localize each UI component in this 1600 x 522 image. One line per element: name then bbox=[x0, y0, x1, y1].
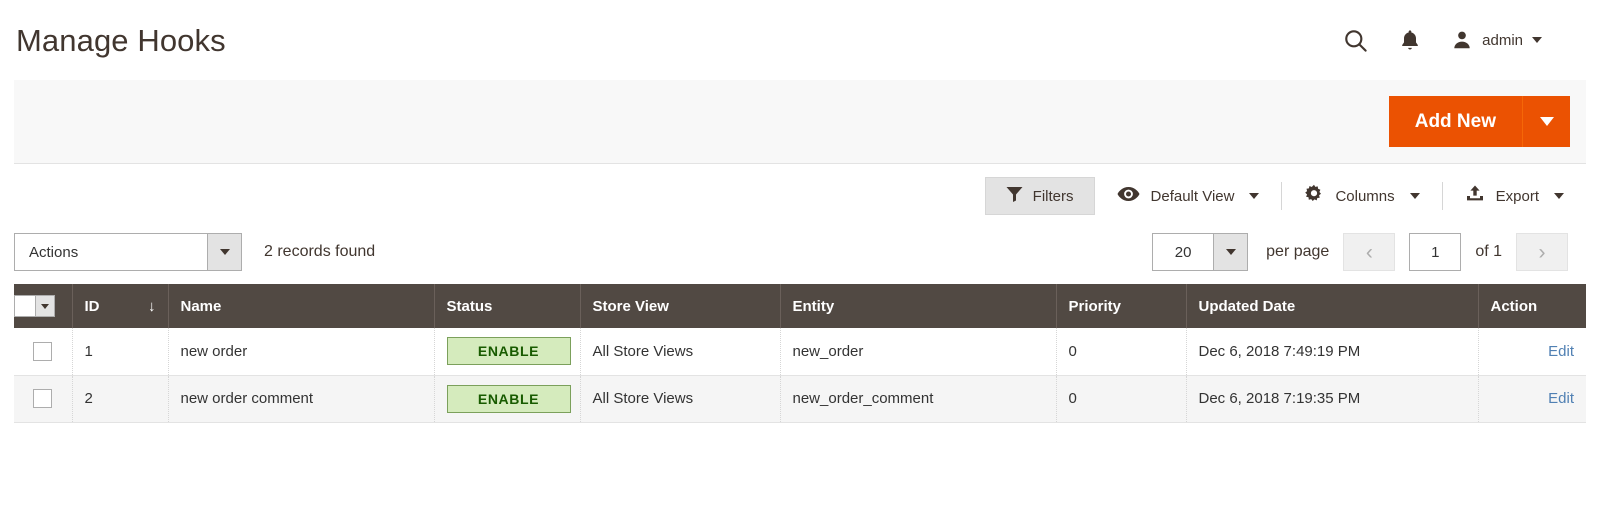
actions-select[interactable]: Actions bbox=[14, 233, 242, 271]
column-header-name[interactable]: Name bbox=[168, 284, 434, 328]
cell-action: Edit bbox=[1478, 328, 1586, 375]
edit-link[interactable]: Edit bbox=[1548, 343, 1574, 360]
chevron-left-icon: ‹ bbox=[1366, 242, 1373, 263]
add-new-button[interactable]: Add New bbox=[1389, 96, 1522, 147]
funnel-icon bbox=[1006, 186, 1023, 206]
select-all-toggle[interactable] bbox=[35, 296, 54, 316]
columns-button[interactable]: Columns bbox=[1282, 181, 1441, 211]
cell-name: new order comment bbox=[168, 375, 434, 422]
arrow-down-icon: ↓ bbox=[148, 298, 156, 315]
column-header-checkbox[interactable] bbox=[14, 284, 72, 328]
cell-priority: 0 bbox=[1056, 328, 1186, 375]
cell-store-view: All Store Views bbox=[580, 375, 780, 422]
page-total-label: of 1 bbox=[1475, 243, 1502, 261]
cell-updated-date: Dec 6, 2018 7:19:35 PM bbox=[1186, 375, 1478, 422]
user-menu[interactable]: admin bbox=[1451, 29, 1542, 51]
cell-status: ENABLE bbox=[434, 328, 580, 375]
filters-button[interactable]: Filters bbox=[985, 177, 1095, 215]
export-label: Export bbox=[1496, 188, 1539, 205]
column-header-id-label: ID bbox=[85, 298, 100, 315]
row-checkbox[interactable] bbox=[33, 342, 52, 361]
cell-updated-date: Dec 6, 2018 7:49:19 PM bbox=[1186, 328, 1478, 375]
chevron-down-icon bbox=[1410, 193, 1420, 199]
actions-select-toggle[interactable] bbox=[207, 234, 241, 270]
table-body: 1 new order ENABLE All Store Views new_o… bbox=[14, 328, 1586, 422]
page-number-input[interactable]: 1 bbox=[1409, 233, 1461, 271]
table-header-row: ID ↓ Name Status Store View Entity Prior… bbox=[14, 284, 1586, 328]
per-page-select[interactable]: 20 bbox=[1152, 233, 1248, 271]
cell-name: new order bbox=[168, 328, 434, 375]
select-all-dropdown[interactable] bbox=[14, 295, 55, 317]
previous-page-button[interactable]: ‹ bbox=[1343, 233, 1395, 271]
page-title: Manage Hooks bbox=[14, 25, 226, 56]
column-header-status[interactable]: Status bbox=[434, 284, 580, 328]
actions-select-value: Actions bbox=[15, 234, 207, 270]
chevron-down-icon bbox=[1249, 193, 1259, 199]
cell-priority: 0 bbox=[1056, 375, 1186, 422]
search-icon[interactable] bbox=[1342, 27, 1369, 54]
export-button[interactable]: Export bbox=[1443, 181, 1586, 211]
row-checkbox[interactable] bbox=[33, 389, 52, 408]
page-header: Manage Hooks admin bbox=[0, 0, 1600, 80]
caret-down-icon bbox=[1540, 117, 1554, 126]
caret-down-icon bbox=[41, 304, 49, 309]
default-view-button[interactable]: Default View bbox=[1095, 181, 1282, 211]
column-header-store-view[interactable]: Store View bbox=[580, 284, 780, 328]
row-checkbox-cell bbox=[14, 328, 72, 375]
bell-icon[interactable] bbox=[1399, 28, 1421, 53]
cell-action: Edit bbox=[1478, 375, 1586, 422]
chevron-down-icon bbox=[1532, 37, 1542, 43]
per-page-select-toggle[interactable] bbox=[1213, 234, 1247, 270]
user-name: admin bbox=[1482, 32, 1523, 49]
column-header-id[interactable]: ID ↓ bbox=[72, 284, 168, 328]
pagination: 20 per page ‹ 1 of 1 › bbox=[1152, 233, 1586, 271]
cell-entity: new_order_comment bbox=[780, 375, 1056, 422]
next-page-button[interactable]: › bbox=[1516, 233, 1568, 271]
records-found-label: 2 records found bbox=[264, 243, 375, 261]
table-header: ID ↓ Name Status Store View Entity Prior… bbox=[14, 284, 1586, 328]
column-header-entity[interactable]: Entity bbox=[780, 284, 1056, 328]
row-checkbox-cell bbox=[14, 375, 72, 422]
header-actions: admin bbox=[1342, 27, 1586, 54]
table-row[interactable]: 1 new order ENABLE All Store Views new_o… bbox=[14, 328, 1586, 375]
eye-icon bbox=[1117, 186, 1140, 206]
filters-label: Filters bbox=[1033, 188, 1074, 205]
data-grid: ID ↓ Name Status Store View Entity Prior… bbox=[14, 284, 1586, 423]
add-new-dropdown-toggle[interactable] bbox=[1522, 96, 1570, 147]
chevron-down-icon bbox=[1554, 193, 1564, 199]
chevron-right-icon: › bbox=[1539, 242, 1546, 263]
caret-down-icon bbox=[220, 249, 230, 255]
cell-entity: new_order bbox=[780, 328, 1056, 375]
hooks-table: ID ↓ Name Status Store View Entity Prior… bbox=[14, 284, 1586, 423]
cell-id: 2 bbox=[72, 375, 168, 422]
column-header-action: Action bbox=[1478, 284, 1586, 328]
default-view-label: Default View bbox=[1151, 188, 1235, 205]
cell-store-view: All Store Views bbox=[580, 328, 780, 375]
column-header-updated-date[interactable]: Updated Date bbox=[1186, 284, 1478, 328]
column-header-priority[interactable]: Priority bbox=[1056, 284, 1186, 328]
gear-icon bbox=[1304, 184, 1324, 208]
per-page-label: per page bbox=[1266, 243, 1329, 261]
upload-icon bbox=[1465, 185, 1485, 207]
select-all-checkbox[interactable] bbox=[15, 296, 35, 316]
grid-controls-left: Actions 2 records found bbox=[14, 233, 375, 271]
table-row[interactable]: 2 new order comment ENABLE All Store Vie… bbox=[14, 375, 1586, 422]
status-badge: ENABLE bbox=[447, 385, 571, 413]
per-page-value: 20 bbox=[1153, 234, 1213, 270]
cell-status: ENABLE bbox=[434, 375, 580, 422]
caret-down-icon bbox=[1226, 249, 1236, 255]
user-icon bbox=[1451, 29, 1473, 51]
columns-label: Columns bbox=[1335, 188, 1394, 205]
grid-toolbar: Filters Default View Columns bbox=[14, 164, 1586, 220]
cell-id: 1 bbox=[72, 328, 168, 375]
edit-link[interactable]: Edit bbox=[1548, 390, 1574, 407]
status-badge: ENABLE bbox=[447, 337, 571, 365]
grid-controls-row: Actions 2 records found 20 per page ‹ 1 … bbox=[14, 220, 1586, 284]
add-new-split-button: Add New bbox=[1389, 96, 1570, 147]
page-action-bar: Add New bbox=[14, 80, 1586, 164]
